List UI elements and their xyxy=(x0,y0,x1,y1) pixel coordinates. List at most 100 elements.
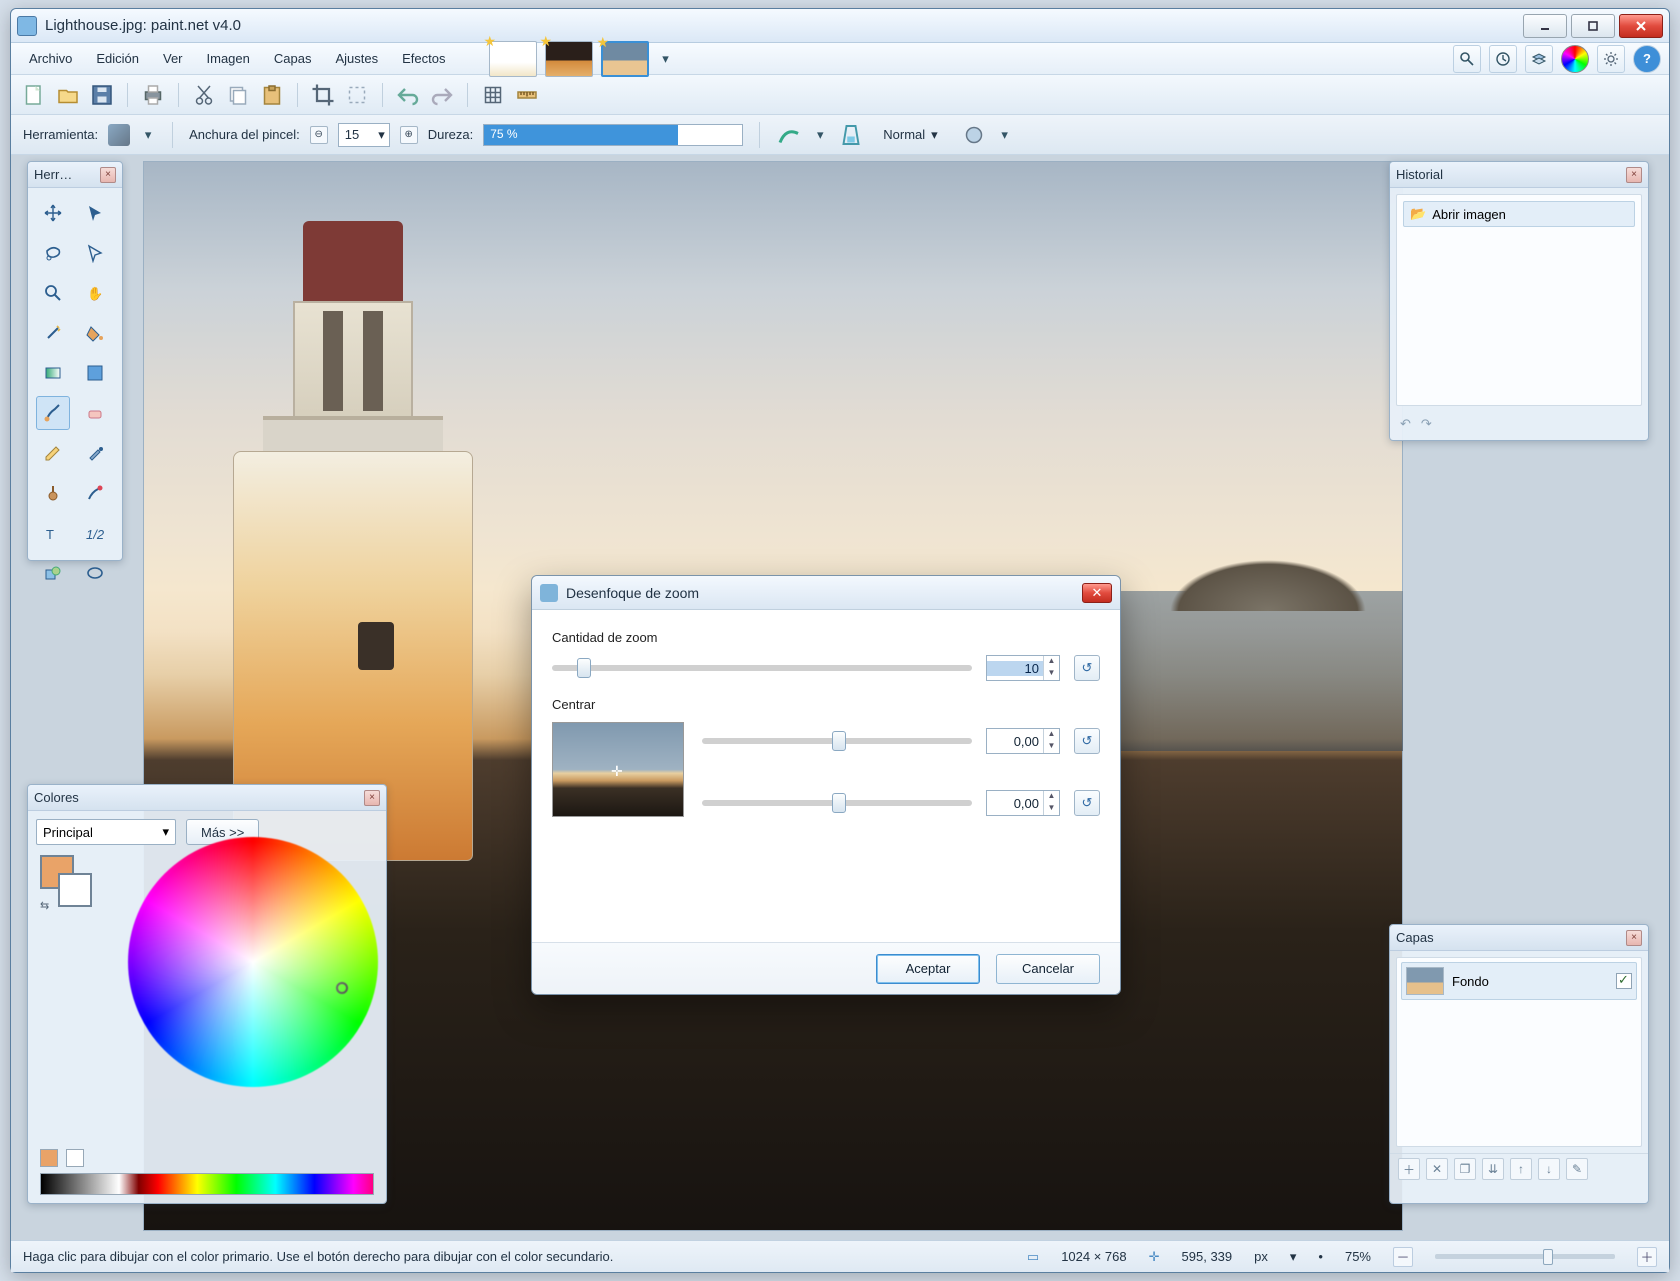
menu-ajustes[interactable]: Ajustes xyxy=(325,47,388,70)
swap-colors-icon[interactable]: ⇆ xyxy=(40,899,49,912)
center-x-reset-icon[interactable]: ↺ xyxy=(1074,728,1100,754)
color-wheel-cursor[interactable] xyxy=(336,982,348,994)
recent-color-swatch[interactable] xyxy=(40,1149,58,1167)
tool-eraser[interactable] xyxy=(78,396,112,430)
tool-recolor[interactable] xyxy=(78,476,112,510)
tool-line[interactable]: 1/2 xyxy=(78,516,112,550)
deselect-icon[interactable] xyxy=(344,82,370,108)
brush-width-increase[interactable]: ⊕ xyxy=(400,126,418,144)
center-x-slider[interactable] xyxy=(702,738,972,744)
tools-panel-close-icon[interactable]: × xyxy=(100,167,116,183)
move-down-icon[interactable]: ↓ xyxy=(1538,1158,1560,1180)
save-icon[interactable] xyxy=(89,82,115,108)
tool-zoom[interactable] xyxy=(36,276,70,310)
color-palette-row[interactable] xyxy=(40,1173,374,1195)
tool-color-picker[interactable] xyxy=(78,436,112,470)
layer-visibility-checkbox[interactable] xyxy=(1616,973,1632,989)
ruler-icon[interactable] xyxy=(514,82,540,108)
menu-imagen[interactable]: Imagen xyxy=(197,47,260,70)
spin-down-icon[interactable]: ▼ xyxy=(1043,668,1059,680)
crop-icon[interactable] xyxy=(310,82,336,108)
layers-panel-close-icon[interactable]: × xyxy=(1626,930,1642,946)
tool-rect-select[interactable] xyxy=(78,236,112,270)
tool-ellipse[interactable] xyxy=(78,556,112,590)
tool-pan[interactable]: ✋ xyxy=(78,276,112,310)
tool-move-selection[interactable] xyxy=(78,196,112,230)
menu-edicion[interactable]: Edición xyxy=(86,47,149,70)
dialog-close-icon[interactable]: ✕ xyxy=(1082,583,1112,603)
settings-icon[interactable] xyxy=(1597,45,1625,73)
grid-icon[interactable] xyxy=(480,82,506,108)
history-item[interactable]: 📂 Abrir imagen xyxy=(1403,201,1635,227)
zoom-out-icon[interactable]: － xyxy=(1393,1247,1413,1267)
tool-paintbrush[interactable] xyxy=(36,396,70,430)
add-layer-icon[interactable]: ＋ xyxy=(1398,1158,1420,1180)
history-window-toggle[interactable] xyxy=(1489,45,1517,73)
layer-row[interactable]: Fondo xyxy=(1401,962,1637,1000)
secondary-color-swatch[interactable] xyxy=(58,873,92,907)
history-redo-icon[interactable]: ↷ xyxy=(1421,416,1432,432)
menu-archivo[interactable]: Archivo xyxy=(19,47,82,70)
blend-mode-dropdown[interactable]: Normal ▾ xyxy=(874,124,950,146)
open-icon[interactable] xyxy=(55,82,81,108)
tool-clone[interactable] xyxy=(36,476,70,510)
layers-panel[interactable]: Capas × Fondo ＋ ✕ ❐ ⇊ ↑ ↓ ✎ xyxy=(1389,924,1649,1204)
colors-panel-close-icon[interactable]: × xyxy=(364,790,380,806)
layer-properties-icon[interactable]: ✎ xyxy=(1566,1158,1588,1180)
colors-panel[interactable]: Colores × Principal ▾ Más >> ⇆ xyxy=(27,784,387,1204)
tool-text[interactable]: T xyxy=(36,516,70,550)
tools-window-toggle[interactable] xyxy=(1453,45,1481,73)
brush-width-input[interactable]: 15 ▾ xyxy=(338,123,390,147)
dialog-titlebar[interactable]: Desenfoque de zoom ✕ xyxy=(532,576,1120,610)
doc-list-dropdown-icon[interactable]: ▾ xyxy=(657,51,673,67)
center-y-slider[interactable] xyxy=(702,800,972,806)
menu-ver[interactable]: Ver xyxy=(153,47,193,70)
zoom-amount-input[interactable]: 10 ▲▼ xyxy=(986,655,1060,681)
tool-lasso[interactable] xyxy=(36,236,70,270)
zoom-in-icon[interactable]: ＋ xyxy=(1637,1247,1657,1267)
hardness-slider[interactable]: 75 % xyxy=(483,124,743,146)
undo-icon[interactable] xyxy=(395,82,421,108)
brush-width-decrease[interactable]: ⊖ xyxy=(310,126,328,144)
close-button[interactable] xyxy=(1619,14,1663,38)
duplicate-layer-icon[interactable]: ❐ xyxy=(1454,1158,1476,1180)
color-wheel[interactable] xyxy=(128,837,378,1087)
delete-layer-icon[interactable]: ✕ xyxy=(1426,1158,1448,1180)
fill-mode-icon[interactable] xyxy=(961,122,987,148)
cancel-button[interactable]: Cancelar xyxy=(996,954,1100,984)
history-panel[interactable]: Historial × 📂 Abrir imagen ↶ ↷ xyxy=(1389,161,1649,441)
menu-efectos[interactable]: Efectos xyxy=(392,47,455,70)
blend-sample-icon[interactable] xyxy=(838,122,864,148)
menu-capas[interactable]: Capas xyxy=(264,47,322,70)
center-y-input[interactable]: 0,00 ▲▼ xyxy=(986,790,1060,816)
tool-move[interactable] xyxy=(36,196,70,230)
center-x-input[interactable]: 0,00 ▲▼ xyxy=(986,728,1060,754)
minimize-button[interactable] xyxy=(1523,14,1567,38)
history-panel-close-icon[interactable]: × xyxy=(1626,167,1642,183)
tools-panel[interactable]: Herr… × ✋T1/2 xyxy=(27,161,123,561)
history-undo-icon[interactable]: ↶ xyxy=(1400,416,1411,432)
zoom-amount-slider[interactable] xyxy=(552,665,972,671)
doc-thumb-2[interactable] xyxy=(545,41,593,77)
doc-thumb-1[interactable] xyxy=(489,41,537,77)
move-up-icon[interactable]: ↑ xyxy=(1510,1158,1532,1180)
antialias-icon[interactable] xyxy=(776,122,802,148)
tool-gradient[interactable] xyxy=(36,356,70,390)
maximize-button[interactable] xyxy=(1571,14,1615,38)
zoom-slider[interactable] xyxy=(1435,1254,1615,1259)
tool-dropdown-icon[interactable]: ▾ xyxy=(140,127,156,143)
unit-label[interactable]: px xyxy=(1254,1249,1268,1264)
center-preview[interactable]: ✛ xyxy=(552,722,684,817)
tool-magic-wand[interactable] xyxy=(36,316,70,350)
layers-window-toggle[interactable] xyxy=(1525,45,1553,73)
new-icon[interactable] xyxy=(21,82,47,108)
brush-icon[interactable] xyxy=(108,124,130,146)
unit-caret-icon[interactable]: ▾ xyxy=(1290,1249,1297,1265)
doc-thumb-active[interactable] xyxy=(601,41,649,77)
add-palette-icon[interactable] xyxy=(66,1149,84,1167)
tool-shapes[interactable] xyxy=(36,556,70,590)
colors-window-toggle[interactable] xyxy=(1561,45,1589,73)
copy-icon[interactable] xyxy=(225,82,251,108)
tool-pencil[interactable] xyxy=(36,436,70,470)
cut-icon[interactable] xyxy=(191,82,217,108)
